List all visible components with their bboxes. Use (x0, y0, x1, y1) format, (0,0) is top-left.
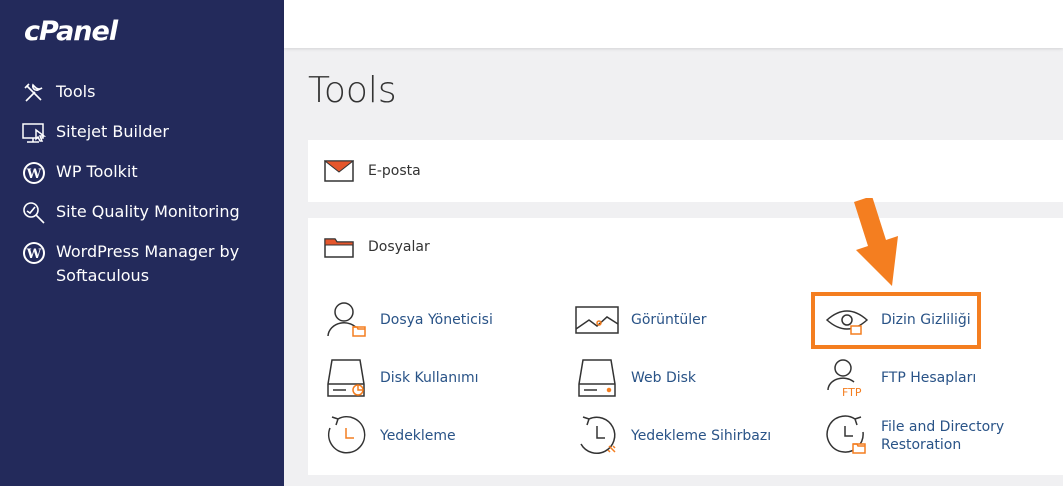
restore-icon (825, 414, 869, 458)
app-label: Görüntüler (631, 312, 707, 328)
app-backup-wizard[interactable]: Yedekleme Sihirbazı (575, 414, 771, 458)
magnifier-icon (22, 200, 46, 226)
annotation-arrow-icon (854, 198, 898, 286)
sidebar-item-wp-toolkit[interactable]: W WP Toolkit (22, 160, 272, 186)
backup-wizard-icon (575, 414, 619, 458)
app-disk-usage[interactable]: Disk Kullanımı (324, 356, 479, 400)
sidebar-item-label: Sitejet Builder (56, 122, 169, 141)
sidebar-item-label: WordPress Manager by Softaculous (56, 242, 240, 285)
page-title: Tools (308, 70, 397, 111)
web-disk-icon (575, 356, 619, 400)
cpanel-logo[interactable]: cPanel (24, 16, 118, 47)
app-label: Yedekleme (380, 428, 456, 444)
sidebar-item-site-quality[interactable]: Site Quality Monitoring (22, 200, 272, 226)
sidebar-item-sitejet[interactable]: Sitejet Builder (22, 120, 272, 146)
ftp-accounts-icon: FTP (825, 356, 869, 400)
app-label: File and Directory Restoration (881, 419, 1005, 453)
files-section-label: Dosyalar (368, 239, 430, 255)
wordpress-icon: W (22, 240, 46, 266)
sidebar-item-tools[interactable]: Tools (22, 80, 272, 106)
svg-text:W: W (26, 247, 42, 262)
app-label: Disk Kullanımı (380, 370, 479, 386)
email-section-header[interactable]: E-posta (308, 140, 1063, 202)
sidebar-nav: Tools Sitejet Builder W WP Toolkit Site … (22, 80, 272, 302)
app-images[interactable]: Görüntüler (575, 298, 707, 342)
sidebar-item-label: Tools (56, 82, 96, 101)
svg-text:FTP: FTP (842, 386, 862, 398)
email-section: E-posta (308, 140, 1063, 202)
sidebar: cPanel Tools Sitejet Builder W WP Toolki… (0, 0, 284, 486)
app-label: Yedekleme Sihirbazı (631, 428, 772, 444)
envelope-icon (324, 159, 356, 183)
sidebar-item-label: Site Quality Monitoring (56, 202, 240, 221)
app-file-directory-restoration[interactable]: File and Directory Restoration (825, 414, 1011, 458)
wordpress-icon: W (22, 160, 46, 186)
sidebar-item-wordpress-manager[interactable]: W WordPress Manager by Softaculous (22, 240, 272, 288)
app-label: FTP Hesapları (881, 370, 977, 386)
app-backup[interactable]: Yedekleme (324, 414, 456, 458)
disk-usage-icon (324, 356, 368, 400)
app-label: Dosya Yöneticisi (380, 312, 493, 328)
app-label: Web Disk (631, 370, 697, 386)
file-manager-icon (324, 298, 368, 342)
sitejet-icon (22, 120, 46, 146)
folder-icon (324, 235, 356, 259)
tools-icon (22, 80, 46, 106)
sidebar-item-label: WP Toolkit (56, 162, 138, 181)
app-ftp-accounts[interactable]: FTP FTP Hesapları (825, 356, 976, 400)
svg-text:W: W (26, 167, 42, 182)
images-icon (575, 298, 619, 342)
app-web-disk[interactable]: Web Disk (575, 356, 696, 400)
backup-icon (324, 414, 368, 458)
files-section-header[interactable]: Dosyalar (308, 218, 1063, 276)
top-bar (284, 0, 1063, 48)
email-section-label: E-posta (368, 163, 421, 179)
app-file-manager[interactable]: Dosya Yöneticisi (324, 298, 493, 342)
annotation-highlight-box (811, 292, 981, 349)
